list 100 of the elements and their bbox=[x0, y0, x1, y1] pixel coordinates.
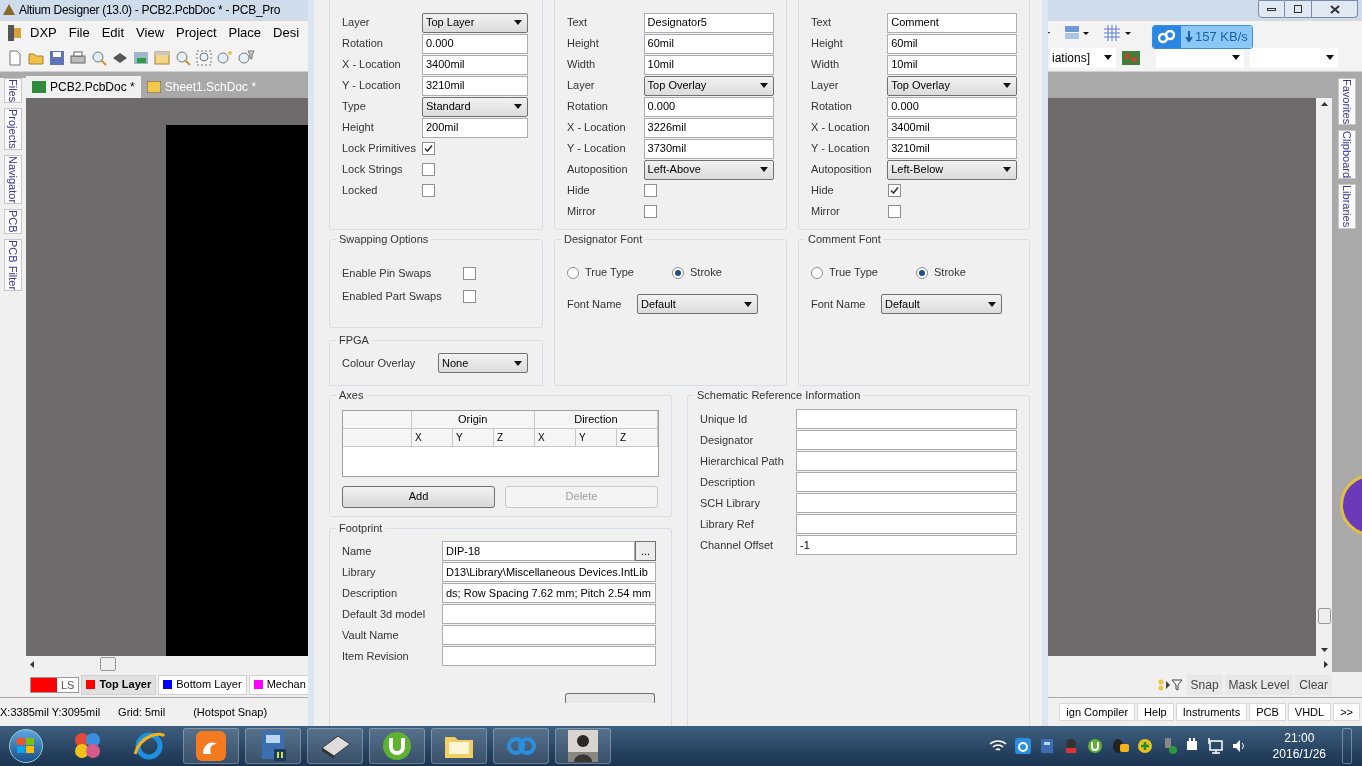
zoom-icon[interactable] bbox=[174, 48, 192, 67]
text-field[interactable]: 3210mil bbox=[887, 138, 1017, 159]
zoom-icon[interactable] bbox=[216, 48, 234, 67]
taskbar-button[interactable] bbox=[307, 728, 363, 764]
menu-item[interactable]: View bbox=[132, 22, 169, 43]
checkbox[interactable] bbox=[422, 142, 435, 155]
text-field[interactable]: 0.000 bbox=[422, 33, 528, 54]
panel-tab[interactable]: PCB bbox=[4, 209, 22, 234]
text-field[interactable] bbox=[442, 604, 656, 624]
dropdown[interactable]: Left-Below bbox=[887, 159, 1017, 180]
text-field[interactable]: 3400mil bbox=[422, 54, 528, 75]
layer-tab[interactable]: Bottom Layer bbox=[158, 674, 247, 695]
text-field[interactable] bbox=[796, 514, 1017, 534]
panel-button[interactable]: VHDL bbox=[1287, 703, 1332, 721]
minimize-button[interactable] bbox=[1258, 0, 1285, 18]
action-button[interactable]: Add bbox=[342, 485, 495, 508]
checkbox[interactable] bbox=[463, 289, 476, 303]
dropdown[interactable]: Top Overlay bbox=[887, 75, 1017, 96]
dropdown[interactable]: Default bbox=[637, 294, 758, 314]
panel-tab[interactable]: Libraries bbox=[1338, 184, 1356, 229]
panel-button[interactable]: ign Compiler bbox=[1059, 703, 1136, 721]
dxp-logo-icon[interactable] bbox=[8, 24, 22, 41]
text-field[interactable]: 3226mil bbox=[643, 117, 774, 138]
scroll-thumb[interactable] bbox=[1317, 608, 1331, 624]
taskbar-button[interactable] bbox=[555, 728, 611, 764]
menu-item[interactable]: Edit bbox=[97, 22, 129, 43]
taskbar-button[interactable] bbox=[245, 728, 301, 764]
printer-icon[interactable] bbox=[69, 48, 87, 67]
menu-item[interactable]: Desi bbox=[269, 22, 304, 43]
show-desktop-button[interactable] bbox=[1342, 728, 1352, 764]
layer-tab[interactable]: Top Layer bbox=[81, 674, 157, 695]
panel-button[interactable]: PCB bbox=[1249, 703, 1286, 721]
text-field[interactable] bbox=[796, 493, 1017, 513]
text-field[interactable]: DIP-18 bbox=[442, 541, 635, 561]
dropdown[interactable]: None bbox=[438, 353, 528, 373]
checkbox[interactable] bbox=[644, 205, 657, 218]
restore-button[interactable] bbox=[1285, 0, 1312, 18]
zoom-selection-icon[interactable] bbox=[195, 48, 213, 67]
layer-control-button[interactable]: Mask Level bbox=[1224, 674, 1294, 695]
text-field[interactable]: 0.000 bbox=[887, 96, 1017, 117]
text-field[interactable]: 10mil bbox=[643, 54, 774, 75]
grid-icon[interactable] bbox=[1104, 24, 1132, 41]
current-layer-indicator[interactable]: LS bbox=[30, 676, 80, 693]
filter-icon[interactable] bbox=[1156, 677, 1185, 692]
text-field[interactable]: 10mil bbox=[887, 54, 1017, 75]
checkbox[interactable] bbox=[644, 184, 657, 197]
panel-button[interactable]: Help bbox=[1137, 703, 1174, 721]
text-field[interactable] bbox=[796, 472, 1017, 492]
checkbox[interactable] bbox=[888, 184, 901, 197]
text-field[interactable]: 200mil bbox=[422, 117, 528, 138]
close-button[interactable] bbox=[1312, 0, 1358, 18]
layer-tab[interactable]: Mechan bbox=[248, 674, 311, 695]
panel-tab[interactable]: Projects bbox=[4, 108, 22, 150]
text-field[interactable] bbox=[796, 430, 1017, 450]
text-field[interactable]: 3210mil bbox=[422, 75, 528, 96]
text-field[interactable]: D13\Library\Miscellaneous Devices.IntLib bbox=[442, 562, 656, 582]
save-icon[interactable] bbox=[48, 48, 66, 67]
checkbox[interactable] bbox=[422, 184, 435, 197]
dropdown[interactable] bbox=[1156, 47, 1244, 68]
browse-button[interactable]: ... bbox=[635, 541, 656, 561]
radio-button[interactable] bbox=[672, 266, 684, 279]
text-field[interactable]: ds; Row Spacing 7.62 mm; Pitch 2.54 mm bbox=[442, 583, 656, 603]
dropdown[interactable]: Standard bbox=[422, 96, 528, 117]
menu-item[interactable]: DXP bbox=[26, 22, 61, 43]
taskbar-button[interactable] bbox=[369, 728, 425, 764]
layer-control-button[interactable]: Snap bbox=[1186, 674, 1223, 695]
dropdown[interactable]: iations] bbox=[1050, 47, 1116, 68]
panel-button[interactable]: >> bbox=[1333, 703, 1360, 721]
text-field[interactable] bbox=[442, 625, 656, 645]
panel-button[interactable]: Instruments bbox=[1175, 703, 1248, 721]
dropdown[interactable]: Top Layer bbox=[422, 12, 528, 33]
window-icon[interactable] bbox=[153, 48, 171, 67]
menu-item[interactable]: Project bbox=[172, 22, 221, 43]
text-field[interactable] bbox=[796, 409, 1017, 429]
text-field[interactable]: 3400mil bbox=[887, 117, 1017, 138]
document-icon[interactable] bbox=[6, 48, 24, 67]
menu-item[interactable]: File bbox=[64, 22, 94, 43]
text-field[interactable]: -1 bbox=[796, 535, 1017, 555]
panel-tab[interactable]: Files bbox=[4, 78, 22, 104]
text-field[interactable] bbox=[442, 646, 656, 666]
panel-tab[interactable]: Navigator bbox=[4, 155, 22, 205]
layer-control-button[interactable]: Clear bbox=[1295, 674, 1332, 695]
layers-icon[interactable] bbox=[1064, 24, 1090, 41]
checkbox[interactable] bbox=[888, 205, 901, 218]
text-field[interactable] bbox=[796, 451, 1017, 471]
panel-tab[interactable]: Clipboard bbox=[1338, 130, 1356, 180]
vertical-scrollbar[interactable] bbox=[1316, 98, 1332, 656]
dropdown[interactable]: Left-Above bbox=[643, 159, 774, 180]
text-field[interactable]: 3730mil bbox=[643, 138, 774, 159]
taskbar-button[interactable] bbox=[431, 728, 487, 764]
document-tab[interactable]: PCB2.PcbDoc * bbox=[26, 76, 141, 98]
text-field[interactable]: 60mil bbox=[643, 33, 774, 54]
scroll-thumb[interactable] bbox=[100, 657, 116, 671]
menu-item[interactable]: Place bbox=[224, 22, 266, 43]
radio-button[interactable] bbox=[567, 266, 579, 279]
dropdown[interactable]: Top Overlay bbox=[643, 75, 774, 96]
radio-button[interactable] bbox=[811, 266, 823, 279]
dialog-button[interactable] bbox=[565, 692, 655, 703]
text-field[interactable]: 60mil bbox=[887, 33, 1017, 54]
text-field[interactable]: Designator5 bbox=[643, 12, 774, 33]
